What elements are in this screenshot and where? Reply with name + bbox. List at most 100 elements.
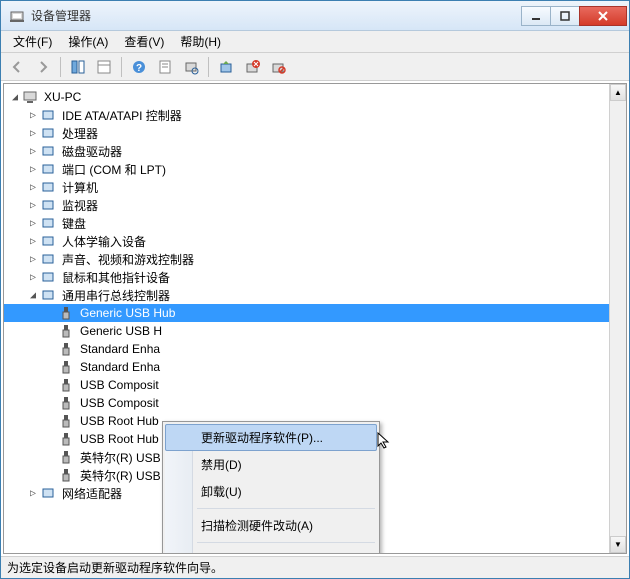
node-label: USB Composit — [78, 377, 161, 393]
ctx-separator — [197, 508, 375, 509]
tree-category[interactable]: ▷ 监视器 — [4, 196, 626, 214]
node-label: Generic USB H — [78, 323, 164, 339]
tree-device[interactable]: Standard Enha — [4, 340, 626, 358]
expander-icon[interactable]: ▷ — [26, 272, 40, 283]
expander-icon[interactable]: ▷ — [26, 110, 40, 121]
device-icon — [58, 449, 74, 465]
tree-device[interactable]: Standard Enha — [4, 358, 626, 376]
tree-category[interactable]: ▷ 处理器 — [4, 124, 626, 142]
expander-icon[interactable]: ▷ — [26, 254, 40, 265]
tree-category[interactable]: ▷ 鼠标和其他指针设备 — [4, 268, 626, 286]
maximize-button[interactable] — [550, 6, 580, 26]
expander-icon[interactable]: ▷ — [26, 200, 40, 211]
device-icon — [40, 107, 56, 123]
device-icon — [40, 287, 56, 303]
node-label: 计算机 — [60, 178, 100, 197]
svg-text:?: ? — [136, 63, 142, 74]
expander-icon[interactable]: ▷ — [26, 488, 40, 499]
minimize-button[interactable] — [521, 6, 551, 26]
expander-icon[interactable]: ▷ — [26, 236, 40, 247]
node-label: 声音、视频和游戏控制器 — [60, 250, 196, 269]
node-label: USB Root Hub — [78, 413, 161, 429]
app-icon — [9, 8, 25, 24]
status-text: 为选定设备启动更新驱动程序软件向导。 — [7, 559, 223, 576]
expander-icon[interactable]: ▷ — [26, 218, 40, 229]
node-label: 网络适配器 — [60, 484, 124, 503]
tree-device[interactable]: USB Composit — [4, 394, 626, 412]
expander-icon[interactable]: ▷ — [26, 146, 40, 157]
back-button[interactable] — [5, 56, 29, 78]
help-button[interactable]: ? — [127, 56, 151, 78]
tree-category[interactable]: ▷ IDE ATA/ATAPI 控制器 — [4, 106, 626, 124]
menu-file[interactable]: 文件(F) — [5, 30, 60, 53]
device-icon — [40, 179, 56, 195]
update-button[interactable] — [214, 56, 238, 78]
menu-view[interactable]: 查看(V) — [116, 30, 172, 53]
tree-category[interactable]: ◢ 通用串行总线控制器 — [4, 286, 626, 304]
node-label: 磁盘驱动器 — [60, 142, 124, 161]
menubar: 文件(F) 操作(A) 查看(V) 帮助(H) — [1, 31, 629, 53]
tree-category[interactable]: ▷ 磁盘驱动器 — [4, 142, 626, 160]
scroll-up-button[interactable]: ▲ — [610, 84, 626, 101]
node-label: 通用串行总线控制器 — [60, 286, 172, 305]
device-icon — [22, 89, 38, 105]
device-icon — [58, 413, 74, 429]
ctx-scan[interactable]: 扫描检测硬件改动(A) — [165, 512, 377, 539]
node-label: 监视器 — [60, 196, 100, 215]
node-label: Standard Enha — [78, 359, 162, 375]
menu-action[interactable]: 操作(A) — [60, 30, 116, 53]
properties-button[interactable] — [153, 56, 177, 78]
node-label: 人体学输入设备 — [60, 232, 148, 251]
device-manager-window: 设备管理器 文件(F) 操作(A) 查看(V) 帮助(H) ? ◢XU-PC ▷ I… — [0, 0, 630, 579]
tree-category[interactable]: ▷ 人体学输入设备 — [4, 232, 626, 250]
expander-icon[interactable]: ◢ — [8, 92, 22, 103]
menu-help[interactable]: 帮助(H) — [172, 30, 229, 53]
tree-category[interactable]: ▷ 键盘 — [4, 214, 626, 232]
show-hide-button[interactable] — [66, 56, 90, 78]
tree-panel: ◢XU-PC ▷ IDE ATA/ATAPI 控制器 ▷ 处理器 ▷ 磁盘驱动器▷端口 (C… — [3, 83, 627, 554]
scroll-down-button[interactable]: ▼ — [610, 536, 626, 553]
vertical-scrollbar[interactable]: ▲ ▼ — [609, 84, 626, 553]
scroll-track[interactable] — [610, 101, 626, 536]
node-label: 键盘 — [60, 214, 88, 233]
device-icon — [40, 143, 56, 159]
device-icon — [40, 161, 56, 177]
close-button[interactable] — [579, 6, 627, 26]
forward-button[interactable] — [31, 56, 55, 78]
device-icon — [58, 341, 74, 357]
ctx-update-driver[interactable]: 更新驱动程序软件(P)... — [165, 424, 377, 451]
device-icon — [58, 305, 74, 321]
node-label: USB Root Hub — [78, 431, 161, 447]
device-icon — [58, 395, 74, 411]
expander-icon[interactable]: ▷ — [26, 164, 40, 175]
tree-device[interactable]: Generic USB Hub — [4, 304, 626, 322]
node-label: 处理器 — [60, 124, 100, 143]
view-button-2[interactable] — [92, 56, 116, 78]
scan-button[interactable] — [179, 56, 203, 78]
ctx-separator — [197, 542, 375, 543]
ctx-uninstall[interactable]: 卸载(U) — [165, 478, 377, 505]
node-label: USB Composit — [78, 395, 161, 411]
node-label: IDE ATA/ATAPI 控制器 — [60, 106, 184, 125]
titlebar[interactable]: 设备管理器 — [1, 1, 629, 31]
device-icon — [40, 233, 56, 249]
tree-device[interactable]: USB Composit — [4, 376, 626, 394]
tree-device[interactable]: Generic USB H — [4, 322, 626, 340]
expander-icon[interactable]: ◢ — [26, 290, 40, 301]
expander-icon[interactable]: ▷ — [26, 128, 40, 139]
device-icon — [58, 467, 74, 483]
toolbar: ? — [1, 53, 629, 81]
device-icon — [40, 215, 56, 231]
tree-root[interactable]: ◢XU-PC — [4, 88, 626, 106]
disable-button[interactable] — [266, 56, 290, 78]
uninstall-button[interactable] — [240, 56, 264, 78]
device-icon — [40, 197, 56, 213]
tree-category[interactable]: ▷端口 (COM 和 LPT) — [4, 160, 626, 178]
context-menu: 更新驱动程序软件(P)... 禁用(D) 卸载(U) 扫描检测硬件改动(A) 属… — [162, 421, 380, 554]
tree-category[interactable]: ▷ 声音、视频和游戏控制器 — [4, 250, 626, 268]
expander-icon[interactable]: ▷ — [26, 182, 40, 193]
ctx-disable[interactable]: 禁用(D) — [165, 451, 377, 478]
node-label: 鼠标和其他指针设备 — [60, 268, 172, 287]
ctx-properties[interactable]: 属性(R) — [165, 546, 377, 554]
tree-category[interactable]: ▷ 计算机 — [4, 178, 626, 196]
